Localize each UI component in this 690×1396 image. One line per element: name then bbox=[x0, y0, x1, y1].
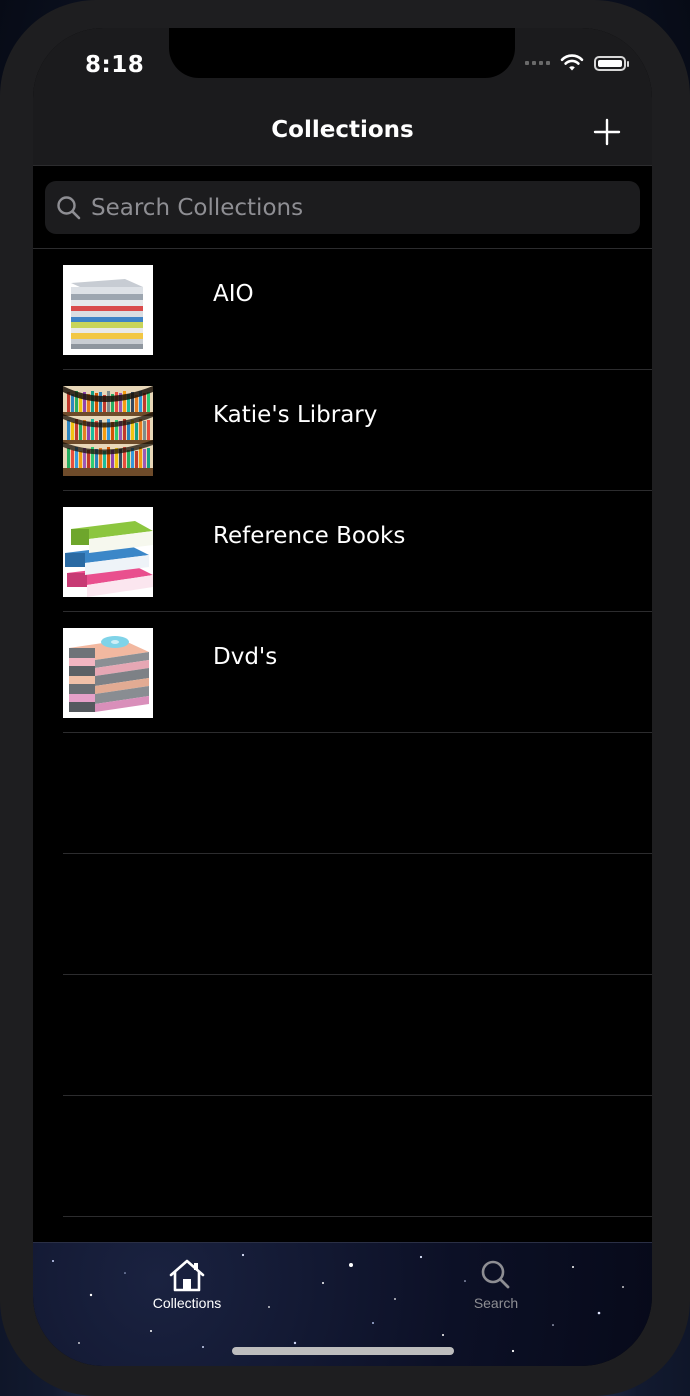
page-title: Collections bbox=[271, 117, 414, 143]
empty-row bbox=[33, 975, 652, 1096]
collection-name: Katie's Library bbox=[213, 402, 378, 428]
collection-name: Dvd's bbox=[213, 644, 278, 670]
collection-thumbnail bbox=[63, 386, 153, 476]
collection-thumbnail bbox=[63, 265, 153, 355]
magnifier-icon bbox=[481, 1260, 510, 1289]
collection-row-dvds[interactable]: Dvd's bbox=[33, 612, 652, 733]
status-icons bbox=[525, 54, 629, 72]
cellular-signal-icon bbox=[525, 61, 550, 65]
tab-search[interactable]: Search bbox=[421, 1257, 571, 1317]
status-time: 8:18 bbox=[85, 52, 145, 78]
add-collection-button[interactable] bbox=[592, 117, 622, 147]
app-screen: 8:18 Collections Search Collections AIO … bbox=[33, 28, 652, 1366]
home-indicator[interactable] bbox=[232, 1347, 454, 1355]
plus-icon bbox=[593, 118, 621, 146]
collection-row-katies-library[interactable]: Katie's Library bbox=[33, 370, 652, 491]
tab-label: Search bbox=[473, 1295, 519, 1311]
search-icon bbox=[57, 195, 81, 219]
empty-row bbox=[33, 1096, 652, 1217]
battery-icon bbox=[594, 55, 629, 71]
book-stack-image bbox=[63, 507, 153, 597]
device-frame: 8:18 Collections Search Collections AIO … bbox=[0, 0, 690, 1396]
tab-label: Collections bbox=[152, 1295, 222, 1311]
collection-row-aio[interactable]: AIO bbox=[33, 249, 652, 370]
empty-row bbox=[33, 733, 652, 854]
collection-row-reference-books[interactable]: Reference Books bbox=[33, 491, 652, 612]
dvd-stack-image bbox=[63, 628, 153, 718]
collection-name: Reference Books bbox=[213, 523, 406, 549]
house-icon bbox=[169, 1259, 205, 1292]
search-input[interactable] bbox=[91, 187, 640, 228]
collection-thumbnail bbox=[63, 507, 153, 597]
navigation-bar: 8:18 Collections bbox=[33, 28, 652, 166]
collection-thumbnail bbox=[63, 628, 153, 718]
collection-name: AIO bbox=[213, 281, 254, 307]
search-field[interactable] bbox=[45, 181, 640, 234]
device-notch bbox=[169, 28, 515, 78]
disc-cases-image bbox=[63, 265, 153, 355]
tab-collections[interactable]: Collections bbox=[112, 1257, 262, 1317]
collections-list: AIO Katie's Library Reference Books Dvd'… bbox=[33, 249, 652, 1217]
empty-row bbox=[33, 854, 652, 975]
search-bar bbox=[33, 166, 652, 249]
bookshelves-image bbox=[63, 386, 153, 476]
wifi-icon bbox=[560, 54, 584, 71]
